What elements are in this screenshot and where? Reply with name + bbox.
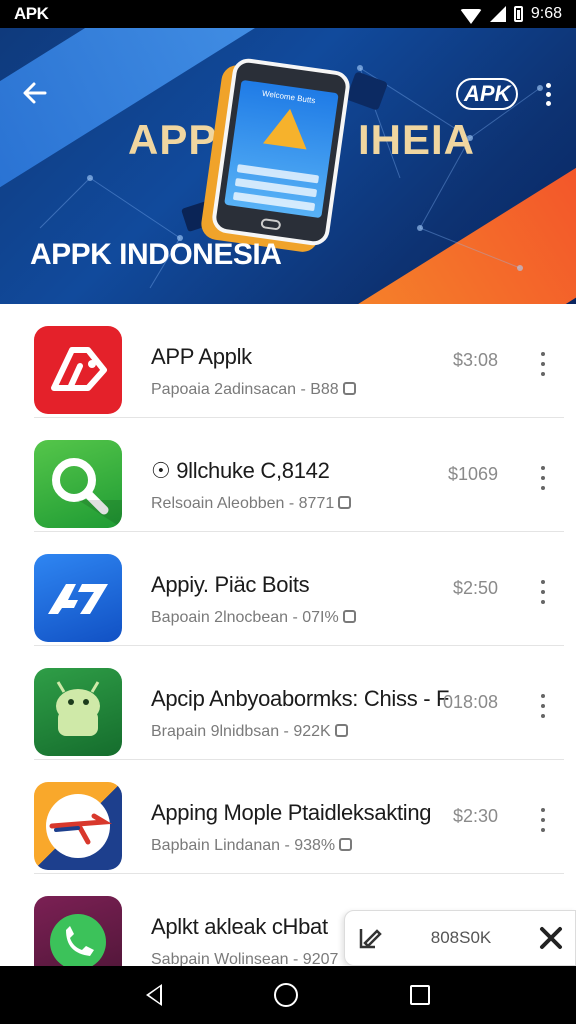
floating-action-chip[interactable]: 808S0K bbox=[344, 910, 576, 966]
status-logo: APK bbox=[14, 4, 49, 23]
app-subtitle-text: Brapain 9lnidbsan - 922K bbox=[151, 723, 331, 740]
plane-icon bbox=[34, 782, 122, 870]
green-magnifier-icon bbox=[34, 440, 122, 528]
phone-screen: Welcome Butts bbox=[224, 79, 339, 219]
apk-red-icon bbox=[34, 326, 122, 414]
android-icon bbox=[34, 668, 122, 756]
app-subtitle: Bapoain 2lnocbean - 07I% bbox=[151, 609, 356, 627]
download-icon bbox=[342, 382, 356, 395]
dot-icon bbox=[545, 82, 551, 88]
app-name: Apping Mople Ptaidleksakting bbox=[151, 800, 432, 825]
list-item[interactable]: Appiy. Piäc Boits Bapoain 2lnocbean - 07… bbox=[34, 532, 564, 646]
list-item[interactable]: APP Applk Papoaia 2adinsacan - B88 $3:08 bbox=[34, 304, 564, 418]
nav-recent-icon[interactable] bbox=[410, 985, 430, 1005]
item-more-button[interactable] bbox=[538, 352, 548, 376]
app-list: APP Applk Papoaia 2adinsacan - B88 $3:08… bbox=[0, 304, 576, 966]
app-name: Aplkt akleak cHbat bbox=[151, 914, 328, 939]
item-more-button[interactable] bbox=[538, 694, 548, 718]
wifi-icon bbox=[459, 8, 482, 24]
item-more-button[interactable] bbox=[538, 580, 548, 604]
app-price: $2:50 bbox=[452, 578, 498, 598]
edit-button[interactable] bbox=[345, 910, 395, 966]
app-subtitle-text: Sabpain Wolinsean - 9207 bbox=[151, 951, 339, 966]
arrow-left-icon bbox=[23, 82, 47, 104]
close-icon bbox=[540, 927, 562, 949]
app-subtitle: Sabpain Wolinsean - 9207 bbox=[151, 951, 338, 966]
list-item[interactable]: Apping Mople Ptaidleksakting Bapbain Lin… bbox=[34, 760, 564, 874]
hero-title-left: APP bbox=[128, 116, 218, 163]
app-subtitle-text: Bapbain Lindanan - 938% bbox=[151, 837, 336, 854]
status-time: 9:68 bbox=[530, 5, 562, 22]
status-icons: 9:68 bbox=[459, 5, 562, 24]
app-subtitle: Relsoain Aleobben - 8771 bbox=[151, 495, 352, 513]
app-subtitle-text: Relsoain Aleobben - 8771 bbox=[151, 495, 335, 512]
app-subtitle: Papoaia 2adinsacan - B88 bbox=[151, 381, 356, 399]
apk-logo-icon bbox=[263, 105, 312, 150]
download-icon bbox=[334, 724, 348, 737]
signal-icon bbox=[489, 6, 506, 22]
dot-icon bbox=[545, 91, 551, 97]
edit-icon bbox=[359, 929, 382, 949]
app-subtitle-text: Papoaia 2adinsacan - B88 bbox=[151, 381, 339, 398]
item-more-button[interactable] bbox=[538, 466, 548, 490]
app-name: Apcip Anbyoabormks: Chiss - F bbox=[151, 686, 450, 711]
battery-icon bbox=[513, 6, 523, 22]
app-subtitle: Bapbain Lindanan - 938% bbox=[151, 837, 353, 855]
app-price: 018:08 bbox=[442, 692, 498, 712]
app-subtitle-text: Bapoain 2lnocbean - 07I% bbox=[151, 609, 339, 626]
hero-title: APP IHEIA bbox=[128, 116, 474, 164]
app-name: ☉ 9llchuke C,8142 bbox=[151, 458, 330, 483]
phone-home-button bbox=[260, 217, 282, 231]
list-item[interactable]: Apcip Anbyoabormks: Chiss - F Brapain 9l… bbox=[34, 646, 564, 760]
status-bar: APK 9:68 bbox=[0, 0, 576, 28]
app-name: APP Applk bbox=[151, 344, 252, 369]
system-nav-bar bbox=[0, 966, 576, 1024]
phone-chat-icon bbox=[34, 896, 122, 966]
phone-screen-title: Welcome Butts bbox=[261, 88, 316, 106]
overflow-menu-button[interactable] bbox=[538, 78, 558, 110]
app-price: $1069 bbox=[447, 464, 498, 484]
hero-banner: APP IHEIA Welcome Butts APPK INDONESIA A… bbox=[0, 28, 576, 304]
blue-a7-icon bbox=[34, 554, 122, 642]
download-icon bbox=[342, 610, 356, 623]
item-more-button[interactable] bbox=[538, 808, 548, 832]
chip-label: 808S0K bbox=[430, 928, 492, 947]
list-item[interactable]: ☉ 9llchuke C,8142 Relsoain Aleobben - 87… bbox=[34, 418, 564, 532]
download-icon bbox=[338, 496, 352, 509]
dot-icon bbox=[545, 100, 551, 106]
hero-title-right: IHEIA bbox=[358, 116, 476, 163]
nav-home-icon[interactable] bbox=[274, 983, 298, 1007]
download-icon bbox=[339, 838, 353, 851]
app-subtitle: Brapain 9lnidbsan - 922K bbox=[151, 723, 348, 741]
app-price: $2:30 bbox=[452, 806, 498, 826]
app-price: $3:08 bbox=[452, 350, 498, 370]
nav-back-icon[interactable] bbox=[146, 984, 162, 1006]
app-name: Appiy. Piäc Boits bbox=[151, 572, 310, 597]
phone-illustration: Welcome Butts bbox=[210, 56, 352, 248]
apk-brand-icon[interactable]: APK bbox=[456, 78, 519, 110]
hero-brand-label: APPK INDONESIA bbox=[30, 238, 282, 271]
close-button[interactable] bbox=[527, 910, 575, 966]
back-button[interactable] bbox=[20, 78, 52, 110]
